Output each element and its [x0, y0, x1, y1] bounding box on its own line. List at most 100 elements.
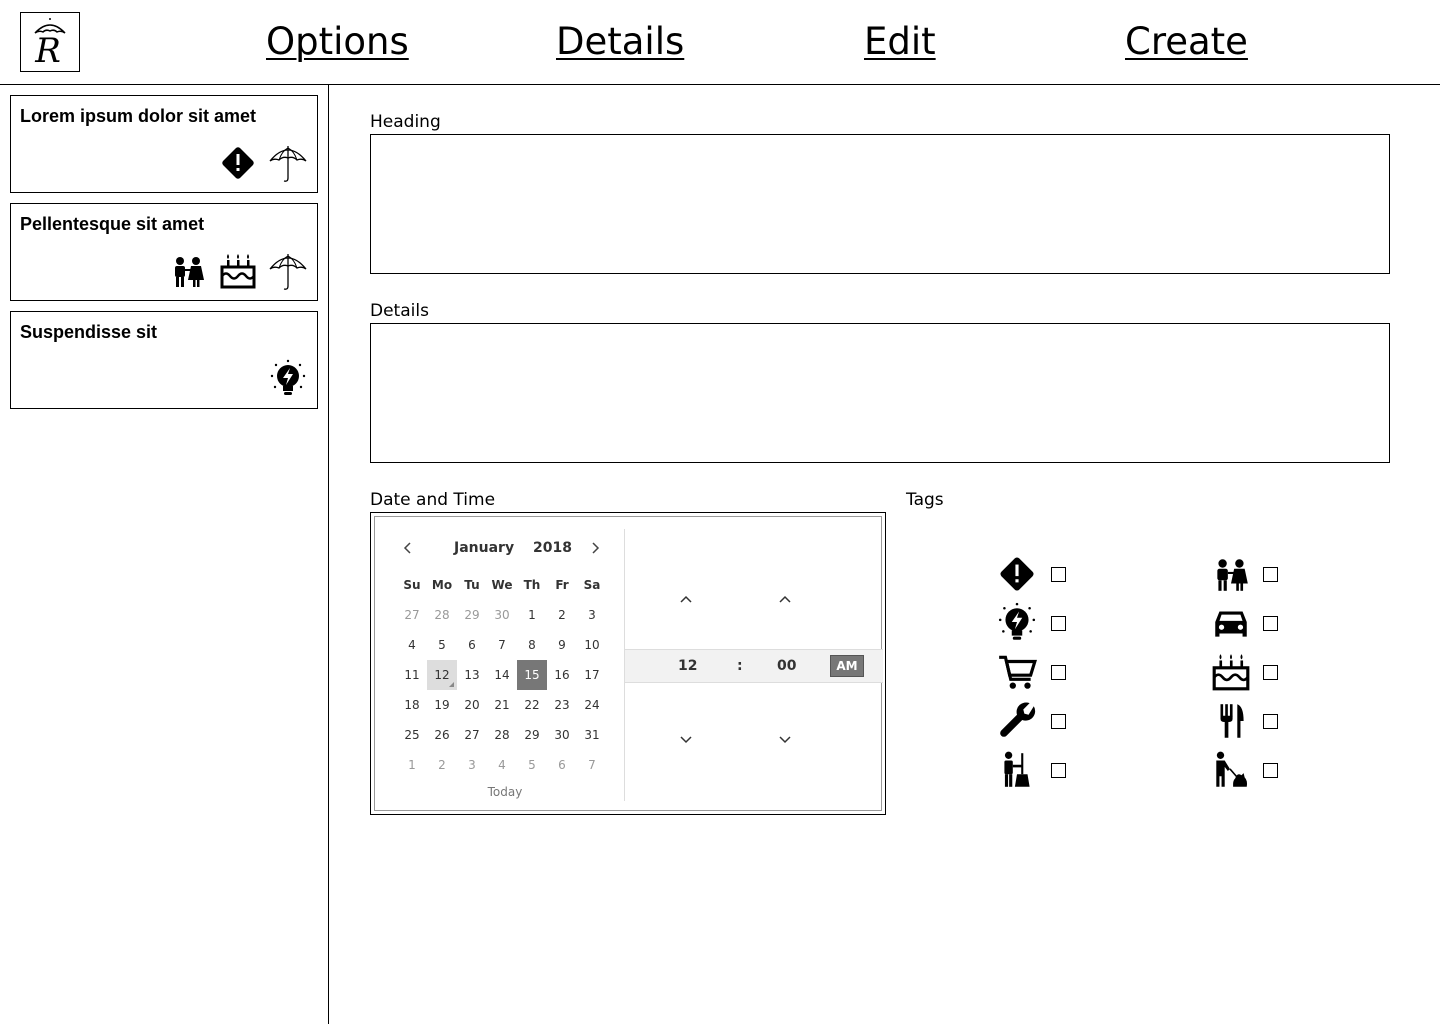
calendar-month[interactable]: January: [454, 540, 514, 556]
calendar-day[interactable]: 21: [487, 690, 517, 720]
prev-month-button[interactable]: [397, 537, 419, 559]
calendar-day[interactable]: 29: [517, 720, 547, 750]
hour-increment-button[interactable]: [673, 587, 699, 613]
tag-birthday-checkbox[interactable]: [1263, 665, 1278, 680]
card-title: Lorem ipsum dolor sit amet: [20, 106, 257, 126]
weekday-header: Sa: [583, 578, 601, 592]
calendar-day[interactable]: 7: [487, 630, 517, 660]
calendar: January 2018 Su Mo Tu We Th Fr Sa 27 28 29 30 1 2 3 4 5…: [387, 517, 623, 812]
calendar-day[interactable]: 31: [577, 720, 607, 750]
tag-car-checkbox[interactable]: [1263, 616, 1278, 631]
today-button[interactable]: Today: [387, 785, 623, 799]
minute-value[interactable]: 00: [777, 658, 796, 674]
alert-diamond-icon: [995, 552, 1039, 596]
calendar-year[interactable]: 2018: [533, 540, 572, 556]
family-icon: [1209, 552, 1253, 596]
calendar-day[interactable]: 28: [487, 720, 517, 750]
calendar-day[interactable]: 9: [547, 630, 577, 660]
calendar-day[interactable]: 18: [397, 690, 427, 720]
chevron-right-icon: [592, 542, 600, 554]
calendar-day[interactable]: 23: [547, 690, 577, 720]
calendar-day[interactable]: 4: [487, 750, 517, 780]
nav-edit-link[interactable]: Edit: [864, 20, 936, 63]
calendar-day[interactable]: 3: [457, 750, 487, 780]
am-pm-toggle[interactable]: AM: [830, 655, 864, 677]
logo[interactable]: R: [20, 12, 80, 72]
tag-repair-checkbox[interactable]: [1051, 714, 1066, 729]
tag-dining: [1209, 699, 1253, 743]
calendar-day[interactable]: 1: [517, 600, 547, 630]
calendar-header: January 2018: [387, 537, 623, 561]
tag-shopping-checkbox[interactable]: [1051, 665, 1066, 680]
calendar-day[interactable]: 11: [397, 660, 427, 690]
calendar-day[interactable]: 25: [397, 720, 427, 750]
minute-increment-button[interactable]: [772, 587, 798, 613]
shopping-cart-icon: [995, 650, 1039, 694]
chevron-down-icon: [779, 736, 791, 744]
calendar-day[interactable]: 13: [457, 660, 487, 690]
nav-options-link[interactable]: Options: [266, 20, 409, 63]
umbrella-icon: [267, 142, 309, 184]
tag-pet-checkbox[interactable]: [1263, 763, 1278, 778]
tag-energy-checkbox[interactable]: [1051, 616, 1066, 631]
calendar-day[interactable]: 15: [517, 660, 547, 690]
calendar-day[interactable]: 30: [487, 600, 517, 630]
fork-knife-icon: [1209, 699, 1253, 743]
nav-details-link[interactable]: Details: [556, 20, 684, 63]
calendar-day[interactable]: 1: [397, 750, 427, 780]
family-icon: [167, 250, 209, 292]
calendar-day[interactable]: 14: [487, 660, 517, 690]
card-icons: [167, 250, 309, 292]
hour-value[interactable]: 12: [678, 658, 697, 674]
datetime-picker-panel: January 2018 Su Mo Tu We Th Fr Sa 27 28 29 30 1 2 3 4 5…: [374, 516, 883, 812]
calendar-day[interactable]: 29: [457, 600, 487, 630]
hour-decrement-button[interactable]: [673, 726, 699, 752]
chevron-left-icon: [403, 542, 411, 554]
sidebar-card[interactable]: Pellentesque sit amet: [10, 203, 318, 301]
tag-family-checkbox[interactable]: [1263, 567, 1278, 582]
calendar-day[interactable]: 7: [577, 750, 607, 780]
chevron-down-icon: [680, 736, 692, 744]
tag-cleaning-checkbox[interactable]: [1051, 763, 1066, 778]
calendar-day[interactable]: 10: [577, 630, 607, 660]
calendar-day[interactable]: 5: [427, 630, 457, 660]
calendar-day[interactable]: 6: [547, 750, 577, 780]
tag-dining-checkbox[interactable]: [1263, 714, 1278, 729]
sidebar-card[interactable]: Suspendisse sit: [10, 311, 318, 409]
calendar-day[interactable]: 8: [517, 630, 547, 660]
details-textarea[interactable]: [370, 323, 1390, 463]
next-month-button[interactable]: [584, 537, 606, 559]
nav-create-link[interactable]: Create: [1125, 20, 1248, 63]
card-icons: [217, 142, 309, 184]
heading-textarea[interactable]: [370, 134, 1390, 274]
calendar-day[interactable]: 22: [517, 690, 547, 720]
calendar-day[interactable]: 2: [427, 750, 457, 780]
calendar-day[interactable]: 27: [397, 600, 427, 630]
calendar-day[interactable]: 12: [427, 660, 457, 690]
calendar-day[interactable]: 27: [457, 720, 487, 750]
calendar-day[interactable]: 26: [427, 720, 457, 750]
calendar-day[interactable]: 20: [457, 690, 487, 720]
calendar-day[interactable]: 6: [457, 630, 487, 660]
sidebar: Lorem ipsum dolor sit amet Pellentesque …: [0, 85, 329, 1024]
tag-family: [1209, 552, 1253, 596]
calendar-day[interactable]: 24: [577, 690, 607, 720]
calendar-day[interactable]: 3: [577, 600, 607, 630]
tag-energy: [995, 601, 1039, 645]
chevron-up-icon: [680, 595, 692, 603]
calendar-day[interactable]: 28: [427, 600, 457, 630]
calendar-day[interactable]: 19: [427, 690, 457, 720]
weekday-header: Su: [403, 578, 421, 592]
calendar-day[interactable]: 16: [547, 660, 577, 690]
calendar-day[interactable]: 5: [517, 750, 547, 780]
calendar-day[interactable]: 2: [547, 600, 577, 630]
minute-decrement-button[interactable]: [772, 726, 798, 752]
tag-cleaning: [995, 748, 1039, 792]
calendar-day[interactable]: 17: [577, 660, 607, 690]
alert-diamond-icon: [217, 142, 259, 184]
tag-alert-checkbox[interactable]: [1051, 567, 1066, 582]
calendar-day[interactable]: 30: [547, 720, 577, 750]
chevron-up-icon: [779, 595, 791, 603]
calendar-day[interactable]: 4: [397, 630, 427, 660]
sidebar-card[interactable]: Lorem ipsum dolor sit amet: [10, 95, 318, 193]
